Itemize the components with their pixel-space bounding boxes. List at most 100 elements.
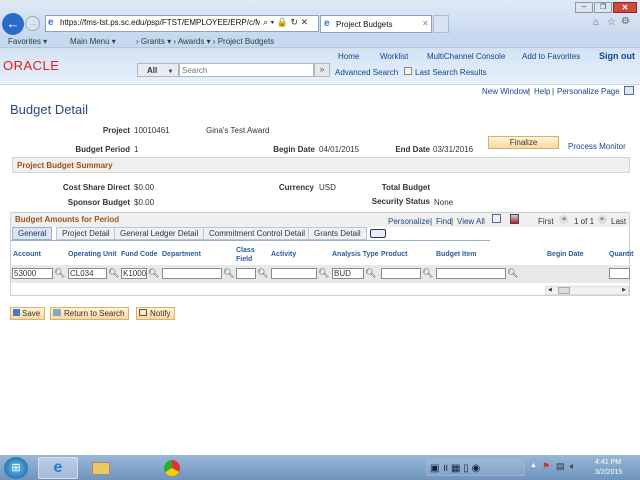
fund-code-lookup-icon[interactable]: 🔍︎ bbox=[148, 268, 159, 279]
download-excel-icon[interactable] bbox=[510, 214, 519, 224]
account-input[interactable]: 53000 bbox=[12, 268, 53, 279]
separator: | bbox=[528, 87, 531, 96]
separator: | bbox=[451, 217, 454, 226]
volume-icon[interactable]: 🔈︎ bbox=[570, 461, 575, 472]
department-input[interactable] bbox=[162, 268, 222, 279]
favorites-star-icon[interactable]: ☆ bbox=[607, 17, 616, 28]
clock-date[interactable]: 3/2/2015 bbox=[595, 469, 622, 476]
search-scope-value: All bbox=[147, 66, 158, 75]
return-to-search-button[interactable]: Return to Search bbox=[50, 307, 130, 320]
tab-grants-detail[interactable]: Grants Detail bbox=[308, 227, 367, 240]
save-label: Save bbox=[22, 309, 41, 318]
security-status-label: Security Status bbox=[371, 197, 430, 206]
taskbar-explorer[interactable] bbox=[82, 457, 122, 479]
show-all-columns-icon[interactable] bbox=[370, 229, 386, 238]
next-icon[interactable]: ▶ bbox=[598, 215, 607, 224]
horizontal-scrollbar[interactable]: ◀ ▶ bbox=[545, 286, 629, 295]
fund-code-input[interactable]: K1000 bbox=[121, 268, 147, 279]
search-scope-select[interactable]: All ▼ bbox=[137, 63, 179, 77]
col-fund-code: Fund Code bbox=[121, 251, 158, 258]
budget-item-input[interactable] bbox=[436, 268, 506, 279]
minimize-button[interactable]: – bbox=[575, 2, 593, 13]
account-lookup-icon[interactable]: 🔍︎ bbox=[54, 268, 65, 279]
grid-view-all-link[interactable]: View All bbox=[457, 217, 485, 226]
notify-label: Notify bbox=[150, 309, 171, 318]
project-value: 10010461 bbox=[134, 126, 170, 135]
product-lookup-icon[interactable]: 🔍︎ bbox=[422, 268, 433, 279]
personalize-page-link[interactable]: Personalize Page bbox=[557, 87, 620, 96]
analysis-type-input[interactable]: BUD bbox=[332, 268, 364, 279]
breadcrumb-grants[interactable]: Grants bbox=[141, 37, 165, 46]
notify-button[interactable]: Notify bbox=[136, 307, 176, 320]
separator: | bbox=[430, 217, 433, 226]
forward-button[interactable]: → bbox=[25, 16, 40, 31]
activity-input[interactable] bbox=[271, 268, 317, 279]
start-button[interactable]: ⊞ bbox=[4, 457, 28, 479]
add-to-favorites-link[interactable]: Add to Favorites bbox=[522, 52, 580, 61]
tray-icons[interactable]: ▣ ॥ ▦ ▯ ◉ bbox=[430, 460, 480, 474]
sponsor-budget-value: $0.00 bbox=[134, 198, 155, 207]
grid-personalize-link[interactable]: Personalize bbox=[388, 217, 430, 226]
search-input[interactable] bbox=[179, 63, 314, 77]
analysis-type-lookup-icon[interactable]: 🔍︎ bbox=[365, 268, 376, 279]
budget-item-lookup-icon[interactable]: 🔍︎ bbox=[507, 268, 518, 279]
network-icon[interactable]: ▤ bbox=[556, 461, 565, 472]
address-icons[interactable]: ⌕ ▾ 🔒 ↻ ✕ bbox=[263, 17, 308, 28]
zoom-grid-icon[interactable] bbox=[492, 214, 501, 223]
tab-project-detail[interactable]: Project Detail bbox=[56, 227, 116, 240]
begin-date-label: Begin Date bbox=[273, 145, 315, 154]
back-button[interactable]: ← bbox=[2, 13, 24, 35]
department-lookup-icon[interactable]: 🔍︎ bbox=[223, 268, 234, 279]
class-field-input[interactable] bbox=[236, 268, 256, 279]
gear-icon[interactable]: ⚙ bbox=[621, 16, 630, 27]
currency-value: USD bbox=[319, 183, 336, 192]
sign-out-link[interactable]: Sign out bbox=[599, 51, 635, 61]
return-icon bbox=[53, 309, 61, 316]
new-window-link[interactable]: New Window bbox=[482, 87, 529, 96]
help-link[interactable]: Help bbox=[534, 87, 550, 96]
page-title: Budget Detail bbox=[10, 102, 89, 117]
multichannel-console-link[interactable]: MultiChannel Console bbox=[427, 52, 505, 61]
taskbar-ie[interactable]: e bbox=[38, 457, 78, 479]
new-tab-button[interactable] bbox=[433, 15, 449, 33]
action-center-flag-icon[interactable]: ⚑ bbox=[542, 461, 550, 472]
breadcrumb-awards[interactable]: Awards bbox=[178, 37, 205, 46]
class-field-lookup-icon[interactable]: 🔍︎ bbox=[257, 268, 268, 279]
grid-find-link[interactable]: Find bbox=[436, 217, 452, 226]
page-grid-icon[interactable] bbox=[624, 86, 634, 95]
tray-expand-icon[interactable]: ▲ bbox=[530, 462, 537, 469]
operating-unit-input[interactable]: CL034 bbox=[68, 268, 107, 279]
quantity-input[interactable] bbox=[609, 268, 630, 279]
prev-icon[interactable]: ◀ bbox=[559, 215, 568, 224]
tab-commitment-control-detail[interactable]: Commitment Control Detail bbox=[203, 227, 312, 240]
home-icon[interactable]: ⌂ bbox=[593, 17, 599, 28]
save-icon bbox=[13, 309, 20, 316]
grid-last-link[interactable]: Last bbox=[611, 217, 626, 226]
tab-close-icon[interactable]: ✕ bbox=[422, 19, 429, 28]
breadcrumb-project-budgets[interactable]: Project Budgets bbox=[218, 37, 274, 46]
col-operating-unit: Operating Unit bbox=[68, 251, 117, 258]
product-input[interactable] bbox=[381, 268, 421, 279]
close-window-button[interactable]: ✕ bbox=[613, 2, 637, 13]
main-menu[interactable]: Main Menu ▾ bbox=[70, 37, 116, 46]
col-analysis-type: Analysis Type bbox=[332, 251, 379, 258]
last-search-results-link[interactable]: Last Search Results bbox=[415, 68, 487, 77]
operating-unit-lookup-icon[interactable]: 🔍︎ bbox=[108, 268, 119, 279]
advanced-search-link[interactable]: Advanced Search bbox=[335, 68, 398, 77]
taskbar-chrome[interactable] bbox=[152, 457, 192, 479]
favorites-menu[interactable]: Favorites ▾ bbox=[8, 37, 47, 46]
process-monitor-link[interactable]: Process Monitor bbox=[568, 142, 626, 151]
tab-general[interactable]: General bbox=[12, 227, 53, 240]
search-go-button[interactable]: » bbox=[314, 63, 330, 77]
worklist-link[interactable]: Worklist bbox=[380, 52, 408, 61]
restore-button[interactable]: ❐ bbox=[594, 2, 612, 13]
home-link[interactable]: Home bbox=[338, 52, 359, 61]
finalize-button[interactable]: Finalize bbox=[488, 136, 559, 149]
clock-time[interactable]: 4:41 PM bbox=[595, 459, 621, 466]
activity-lookup-icon[interactable]: 🔍︎ bbox=[318, 268, 329, 279]
save-button[interactable]: Save bbox=[10, 307, 46, 320]
url-text[interactable]: https://fms-tst.ps.sc.edu/psp/FTST/EMPLO… bbox=[60, 18, 260, 27]
grid-first-link[interactable]: First bbox=[538, 217, 554, 226]
tab-general-ledger-detail[interactable]: General Ledger Detail bbox=[114, 227, 205, 240]
separator: | bbox=[552, 87, 555, 96]
